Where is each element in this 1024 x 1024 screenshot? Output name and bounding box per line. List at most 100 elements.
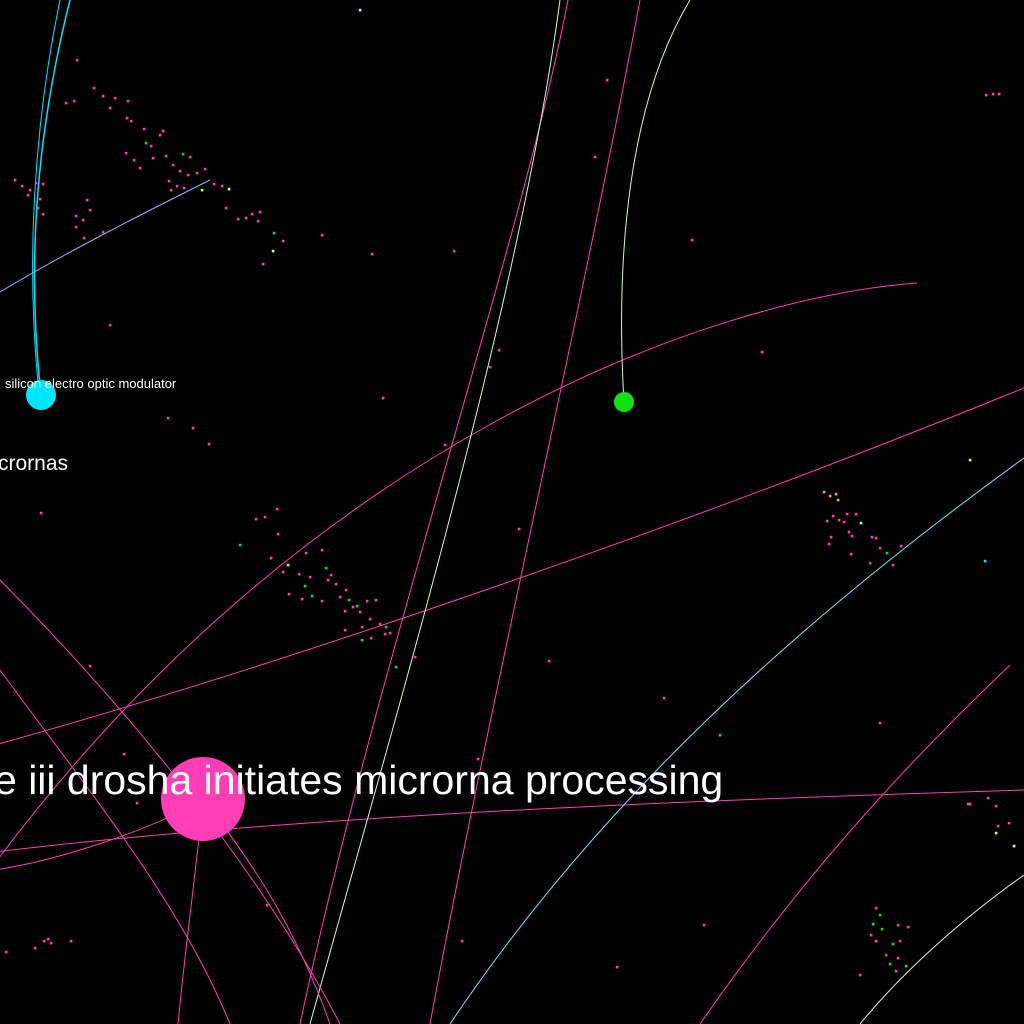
- graph-node[interactable]: [207, 442, 211, 446]
- graph-node[interactable]: [869, 933, 873, 937]
- graph-node[interactable]: [263, 515, 267, 519]
- graph-node[interactable]: [175, 184, 179, 188]
- graph-node[interactable]: [369, 636, 373, 640]
- graph-node[interactable]: [968, 458, 972, 462]
- graph-node[interactable]: [300, 597, 304, 601]
- graph-node[interactable]: [343, 628, 347, 632]
- graph-node[interactable]: [452, 249, 456, 253]
- graph-node[interactable]: [181, 152, 185, 156]
- graph-node[interactable]: [850, 534, 854, 538]
- graph-node[interactable]: [593, 155, 597, 159]
- graph-node[interactable]: [460, 939, 464, 943]
- graph-node[interactable]: [996, 824, 1000, 828]
- graph-node[interactable]: [286, 563, 290, 567]
- graph-node[interactable]: [281, 570, 285, 574]
- graph-node[interactable]: [885, 551, 889, 555]
- graph-node[interactable]: [167, 179, 171, 183]
- graph-node[interactable]: [92, 86, 96, 90]
- graph-node[interactable]: [320, 233, 324, 237]
- graph-node[interactable]: [381, 396, 385, 400]
- graph-node[interactable]: [760, 350, 764, 354]
- graph-node[interactable]: [878, 913, 882, 917]
- graph-node[interactable]: [906, 925, 910, 929]
- graph-node[interactable]: [132, 158, 136, 162]
- graph-node[interactable]: [254, 517, 258, 521]
- graph-node[interactable]: [899, 544, 903, 548]
- graph-node[interactable]: [847, 530, 851, 534]
- graph-node[interactable]: [343, 609, 347, 613]
- graph-node[interactable]: [874, 536, 878, 540]
- graph-node[interactable]: [46, 937, 50, 941]
- graph-node[interactable]: [256, 219, 260, 223]
- graph-node[interactable]: [303, 584, 307, 588]
- graph-node[interactable]: [125, 116, 129, 120]
- graph-node[interactable]: [171, 163, 175, 167]
- graph-node[interactable]: [718, 733, 722, 737]
- graph-node[interactable]: [238, 543, 242, 547]
- graph-node[interactable]: [186, 173, 190, 177]
- graph-node[interactable]: [388, 631, 392, 635]
- graph-node[interactable]: [896, 956, 900, 960]
- graph-node[interactable]: [191, 426, 195, 430]
- graph-node[interactable]: [304, 551, 308, 555]
- graph-node[interactable]: [344, 588, 348, 592]
- graph-node[interactable]: [144, 141, 148, 145]
- graph-node[interactable]: [101, 94, 105, 98]
- graph-node[interactable]: [443, 443, 447, 447]
- graph-node[interactable]: [42, 939, 46, 943]
- graph-node[interactable]: [39, 511, 43, 515]
- graph-node[interactable]: [994, 831, 998, 835]
- graph-node[interactable]: [169, 188, 173, 192]
- graph-node[interactable]: [615, 965, 619, 969]
- graph-node[interactable]: [896, 923, 900, 927]
- graph-node[interactable]: [497, 348, 501, 352]
- graph-node[interactable]: [122, 752, 126, 756]
- graph-node[interactable]: [854, 512, 858, 516]
- graph-node[interactable]: [347, 598, 351, 602]
- graph-node[interactable]: [837, 518, 841, 522]
- graph-node[interactable]: [829, 535, 833, 539]
- graph-node[interactable]: [41, 212, 45, 216]
- graph-node[interactable]: [33, 946, 37, 950]
- graph-node[interactable]: [966, 802, 970, 806]
- graph-node[interactable]: [138, 166, 142, 170]
- graph-node[interactable]: [825, 519, 829, 523]
- graph-node[interactable]: [326, 578, 330, 582]
- graph-node[interactable]: [20, 184, 24, 188]
- graph-node[interactable]: [320, 548, 324, 552]
- graph-node[interactable]: [870, 535, 874, 539]
- graph-node[interactable]: [547, 659, 551, 663]
- graph-node[interactable]: [28, 188, 32, 192]
- graph-node[interactable]: [74, 225, 78, 229]
- graph-node[interactable]: [69, 939, 73, 943]
- graph-node[interactable]: [378, 622, 382, 626]
- graph-node[interactable]: [334, 582, 338, 586]
- graph-node[interactable]: [166, 416, 170, 420]
- graph-node[interactable]: [108, 323, 112, 327]
- graph-node[interactable]: [227, 187, 231, 191]
- graph-node[interactable]: [269, 556, 273, 560]
- graph-node[interactable]: [831, 514, 835, 518]
- graph-node[interactable]: [281, 239, 285, 243]
- graph-node[interactable]: [355, 604, 359, 608]
- graph-node[interactable]: [368, 617, 372, 621]
- graph-node[interactable]: [702, 923, 706, 927]
- graph-node[interactable]: [236, 217, 240, 221]
- graph-node[interactable]: [4, 950, 8, 954]
- graph-node[interactable]: [351, 605, 355, 609]
- graph-node[interactable]: [26, 193, 30, 197]
- graph-node[interactable]: [258, 210, 262, 214]
- graph-node[interactable]: [101, 230, 105, 234]
- graph-node[interactable]: [149, 144, 153, 148]
- graph-node[interactable]: [898, 939, 902, 943]
- graph-node[interactable]: [894, 969, 898, 973]
- graph-node[interactable]: [265, 903, 269, 907]
- graph-node[interactable]: [690, 238, 694, 242]
- graph-node[interactable]: [874, 906, 878, 910]
- graph-node[interactable]: [880, 927, 884, 931]
- graph-node[interactable]: [517, 527, 521, 531]
- graph-node[interactable]: [1012, 844, 1016, 848]
- graph-node[interactable]: [36, 206, 40, 210]
- graph-node[interactable]: [142, 127, 146, 131]
- graph-node[interactable]: [360, 638, 364, 642]
